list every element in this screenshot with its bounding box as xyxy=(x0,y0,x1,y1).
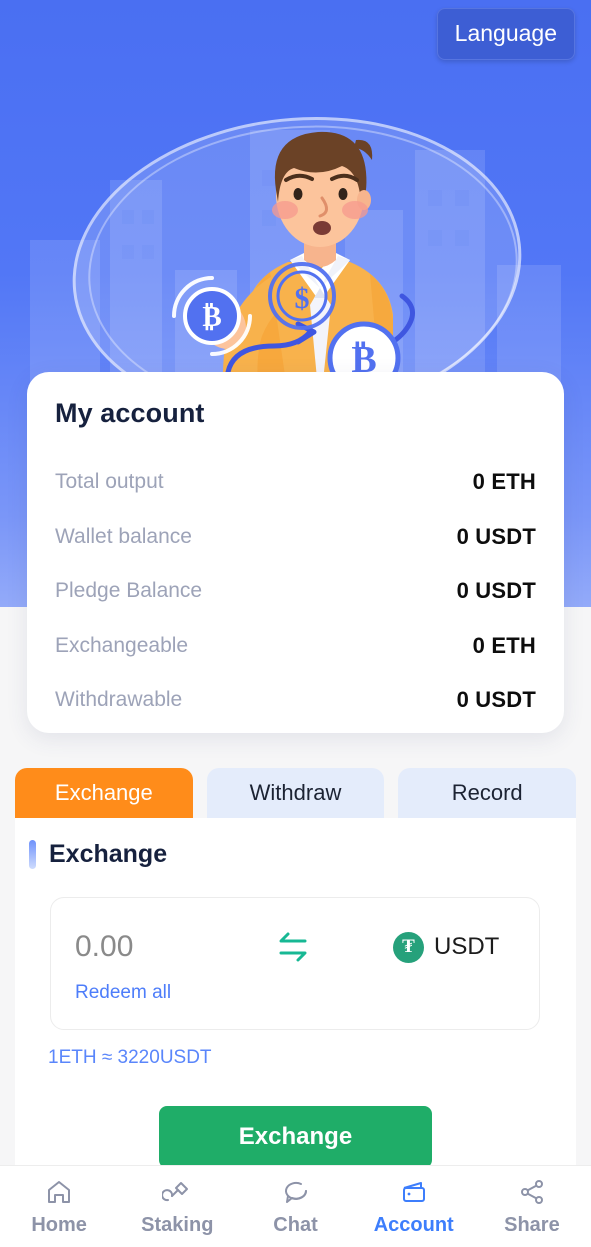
section-accent-bar xyxy=(29,840,36,869)
exchange-submit-button[interactable]: Exchange xyxy=(159,1106,432,1168)
section-title: Exchange xyxy=(49,840,168,868)
person-illustration: ₿ $ ₿ xyxy=(172,131,415,410)
share-icon xyxy=(520,1179,543,1204)
nav-label: Account xyxy=(373,1213,454,1236)
row-value: 0 ETH xyxy=(472,632,536,658)
swap-arrows-icon[interactable] xyxy=(271,931,315,963)
account-row-wallet-balance: Wallet balance 0 USDT xyxy=(55,510,536,565)
exchange-input-row: 0.00 ₮ USDT xyxy=(75,930,519,964)
account-row-exchangeable: Exchangeable 0 ETH xyxy=(55,619,536,674)
bottom-navigation: Home Staking Chat Account Share xyxy=(0,1165,591,1247)
account-row-pledge-balance: Pledge Balance 0 USDT xyxy=(55,564,536,619)
nav-label: Staking xyxy=(141,1213,214,1236)
card-title: My account xyxy=(55,398,205,428)
home-icon xyxy=(48,1180,71,1203)
row-value: 0 USDT xyxy=(456,687,536,713)
row-label: Total output xyxy=(55,470,164,494)
tab-record[interactable]: Record xyxy=(398,768,577,818)
currency-selector[interactable]: ₮ USDT xyxy=(393,931,500,963)
svg-text:$: $ xyxy=(295,282,310,315)
nav-label: Share xyxy=(504,1213,560,1236)
row-label: Withdrawable xyxy=(55,688,183,712)
row-label: Wallet balance xyxy=(55,524,192,548)
redeem-all-link[interactable]: Redeem all xyxy=(75,982,171,1004)
nav-item-account[interactable]: Account xyxy=(355,1177,473,1237)
row-value: 0 ETH xyxy=(472,469,536,495)
currency-label: USDT xyxy=(434,933,500,960)
wallet-icon xyxy=(402,1181,425,1202)
nav-item-home[interactable]: Home xyxy=(0,1177,118,1237)
app-screen: ₿ $ ₿ Language My account Total output 0… xyxy=(0,0,591,1247)
nav-label: Home xyxy=(31,1213,87,1236)
my-account-card: My account Total output 0 ETH Wallet bal… xyxy=(27,372,564,733)
nav-label: Chat xyxy=(273,1213,318,1236)
nav-item-staking[interactable]: Staking xyxy=(118,1177,236,1237)
usdt-icon: ₮ xyxy=(393,931,424,963)
section-tabs: Exchange Withdraw Record xyxy=(15,768,577,818)
shovel-icon xyxy=(162,1181,189,1201)
chat-icon xyxy=(284,1181,307,1203)
amount-input[interactable]: 0.00 xyxy=(75,930,271,964)
exchange-rate-text: 1ETH ≈ 3220USDT xyxy=(48,1047,212,1068)
svg-text:₿: ₿ xyxy=(202,301,221,333)
exchange-input-box: 0.00 ₮ USDT Redeem all xyxy=(50,897,540,1030)
nav-item-share[interactable]: Share xyxy=(473,1177,591,1237)
section-header: Exchange xyxy=(15,818,576,869)
tab-withdraw[interactable]: Withdraw xyxy=(206,768,385,818)
account-row-total-output: Total output 0 ETH xyxy=(55,455,536,510)
row-value: 0 USDT xyxy=(456,578,536,604)
account-row-withdrawable: Withdrawable 0 USDT xyxy=(55,673,536,728)
row-label: Pledge Balance xyxy=(55,579,203,603)
row-label: Exchangeable xyxy=(55,633,189,657)
tab-exchange[interactable]: Exchange xyxy=(15,768,193,818)
nav-item-chat[interactable]: Chat xyxy=(236,1177,354,1237)
language-button[interactable]: Language xyxy=(436,8,575,60)
row-value: 0 USDT xyxy=(456,523,536,549)
